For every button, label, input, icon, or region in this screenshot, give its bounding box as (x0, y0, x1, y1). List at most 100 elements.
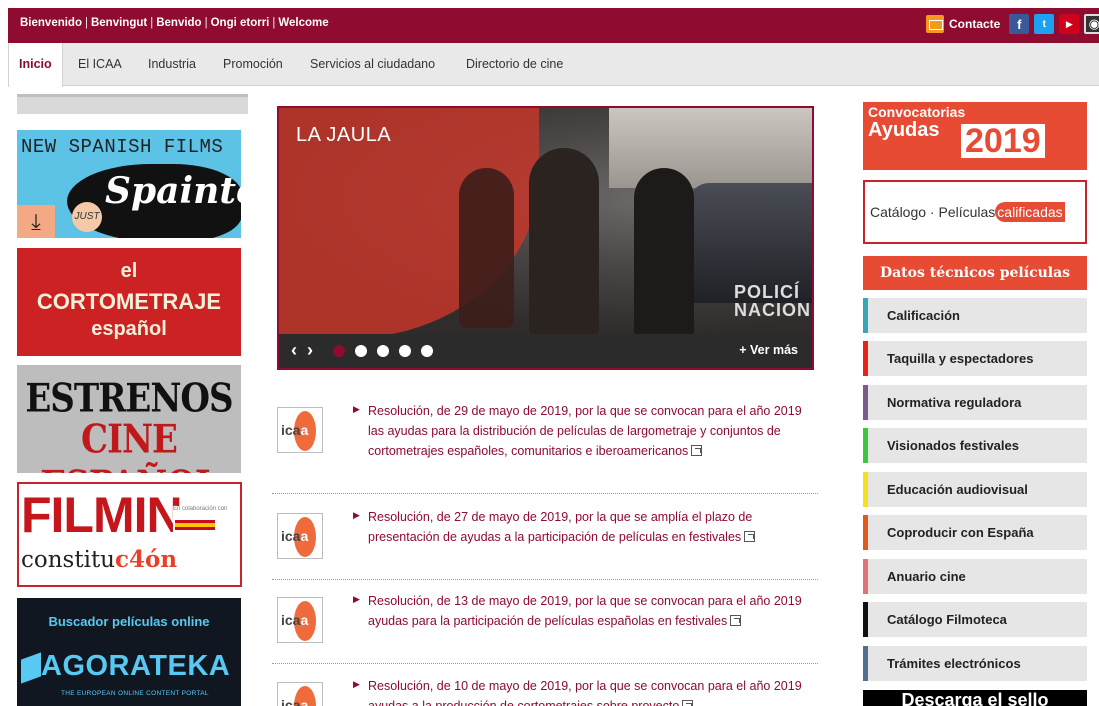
filmin-banner[interactable]: FILMIN En colaboración con constituc4ón (17, 482, 242, 587)
menu-item-calificacion[interactable]: Calificación (863, 298, 1087, 333)
descarga-sello-banner[interactable]: Descarga el sello (863, 690, 1087, 706)
banner-badge: JUST (72, 202, 102, 232)
lang-link-gl[interactable]: Benvido (156, 17, 201, 29)
icaa-logo-text: ica (281, 422, 301, 438)
menu-item-anuario[interactable]: Anuario cine (863, 559, 1087, 594)
external-link-icon (730, 615, 742, 626)
slider-controls: ‹ › + Ver más (279, 334, 812, 368)
menu-item-filmoteca[interactable]: Catálogo Filmoteca (863, 602, 1087, 637)
separator: | (84, 17, 88, 29)
mail-icon[interactable] (926, 15, 944, 33)
collab-text: En colaboración con (173, 506, 228, 512)
agorateka-banner[interactable]: Buscador películas online AGORATEKA THE … (17, 598, 241, 706)
cortometraje-banner[interactable]: el CORTOMETRAJE español (17, 248, 241, 356)
banner-line: el (120, 260, 138, 282)
menu-item-visionados[interactable]: Visionados festivales (863, 428, 1087, 463)
ver-mas-link[interactable]: + Ver más (739, 343, 798, 357)
constitucion-text: constitu (21, 547, 115, 573)
menu-item-coproducir[interactable]: Coproducir con España (863, 515, 1087, 550)
menu-color-bar (863, 385, 868, 420)
featured-slider[interactable]: POLICÍ NACION LA JAULA ‹ › + Ver más (277, 106, 814, 370)
banner-title: NEW SPANISH FILMS (21, 136, 224, 158)
contact-link[interactable]: Contacte (949, 17, 1000, 31)
slider-dot[interactable] (355, 345, 367, 357)
news-link[interactable]: Resolución, de 27 de mayo de 2019, por l… (368, 507, 816, 547)
menu-item-educacion[interactable]: Educación audiovisual (863, 472, 1087, 507)
left-column-header (17, 94, 248, 114)
menu-color-bar (863, 428, 868, 463)
next-arrow-icon[interactable]: › (307, 341, 313, 359)
banner-line: español (91, 318, 167, 340)
instagram-icon[interactable]: ◉ (1084, 14, 1099, 34)
nav-item-directorio[interactable]: Directorio de cine (456, 43, 573, 86)
youtube-icon[interactable]: ▶ (1059, 14, 1080, 34)
catalogo-peliculas-banner[interactable]: Catálogo · Películas calificadas (863, 180, 1087, 244)
nav-item-promocion[interactable]: Promoción (213, 43, 293, 86)
icaa-logo-text: ica (281, 528, 301, 544)
slider-dot[interactable] (399, 345, 411, 357)
datos-tecnicos-header[interactable]: Datos técnicos películas (863, 256, 1087, 290)
lang-link-es[interactable]: Bienvenido (20, 17, 82, 29)
convocatorias-ayudas-banner[interactable]: Convocatorias Ayudas 2019 (863, 102, 1087, 170)
menu-item-tramites[interactable]: Trámites electrónicos (863, 646, 1087, 681)
bullet-icon: ▶ (353, 594, 360, 604)
menu-color-bar (863, 559, 868, 594)
banner-line: CORTOMETRAJE (36, 289, 222, 314)
new-spanish-films-banner[interactable]: NEW SPANISH FILMS Spainted ⤓ JUST (17, 130, 241, 238)
lang-link-ca[interactable]: Benvingut (91, 17, 147, 29)
menu-label: Coproducir con España (887, 525, 1034, 540)
menu-label: Normativa reguladora (887, 395, 1022, 410)
constitucion-logo: constituc4ón (21, 546, 177, 573)
menu-label: Catálogo Filmoteca (887, 612, 1007, 627)
slider-dot[interactable] (333, 345, 345, 357)
icaa-logo-text: ica (281, 612, 301, 628)
banner-text: Catálogo · Películas calificadas (870, 202, 1065, 222)
lang-link-eu[interactable]: Ongi etorri (211, 17, 270, 29)
icaa-logo: icaa (277, 597, 323, 643)
news-link[interactable]: Resolución, de 29 de mayo de 2019, por l… (368, 401, 816, 461)
nav-item-servicios[interactable]: Servicios al ciudadano (300, 43, 445, 86)
contact-area: Contacte f t ▶ ◉ (926, 14, 1099, 34)
external-link-icon (691, 445, 703, 456)
menu-color-bar (863, 472, 868, 507)
menu-item-normativa[interactable]: Normativa reguladora (863, 385, 1087, 420)
nav-item-inicio[interactable]: Inicio (8, 43, 63, 87)
banner-script-text: Spainted (105, 170, 241, 212)
menu-item-taquilla[interactable]: Taquilla y espectadores (863, 341, 1087, 376)
slide-title[interactable]: LA JAULA (296, 124, 391, 147)
slide-figure (634, 168, 694, 338)
news-item: icaa ▶ Resolución, de 27 de mayo de 2019… (272, 503, 818, 580)
lang-link-en[interactable]: Welcome (278, 17, 328, 29)
nav-item-industria[interactable]: Industria (138, 43, 206, 86)
facebook-icon[interactable]: f (1009, 14, 1030, 34)
main-nav: Inicio El ICAA Industria Promoción Servi… (8, 43, 1099, 87)
separator: | (150, 17, 154, 29)
menu-label: Trámites electrónicos (887, 656, 1021, 671)
news-link[interactable]: Resolución, de 13 de mayo de 2019, por l… (368, 591, 816, 631)
twitter-icon[interactable]: t (1034, 14, 1055, 34)
language-selector: Bienvenido | Benvingut | Benvido | Ongi etorri… (20, 17, 329, 29)
icaa-logo-text: a (300, 612, 309, 628)
slider-dot[interactable] (377, 345, 389, 357)
slide-police-text: POLICÍ NACION (734, 282, 811, 320)
slider-dots (333, 345, 433, 357)
menu-label: Calificación (887, 308, 960, 323)
prev-arrow-icon[interactable]: ‹ (291, 341, 297, 359)
separator: | (272, 17, 276, 29)
news-item: icaa ▶ Resolución, de 29 de mayo de 2019… (272, 397, 818, 494)
icaa-logo-text: a (300, 528, 309, 544)
news-text: Resolución, de 27 de mayo de 2019, por l… (368, 510, 753, 544)
menu-color-bar (863, 646, 868, 681)
menu-label: Visionados festivales (887, 438, 1019, 453)
icaa-logo-text: ica (281, 697, 301, 706)
menu-color-bar (863, 602, 868, 637)
icaa-logo-text: a (300, 422, 309, 438)
banner-line: CINE ESPAÑOL (40, 417, 219, 473)
slide-sky (609, 108, 812, 188)
slider-dot[interactable] (421, 345, 433, 357)
estrenos-banner[interactable]: ESTRENOS CINE ESPAÑOL (17, 365, 241, 473)
constitucion-accent: c4ón (115, 546, 178, 573)
news-link[interactable]: Resolución, de 10 de mayo de 2019, por l… (368, 676, 816, 706)
banner-line: ESTRENOS (25, 376, 233, 422)
nav-item-el-icaa[interactable]: El ICAA (68, 43, 132, 86)
